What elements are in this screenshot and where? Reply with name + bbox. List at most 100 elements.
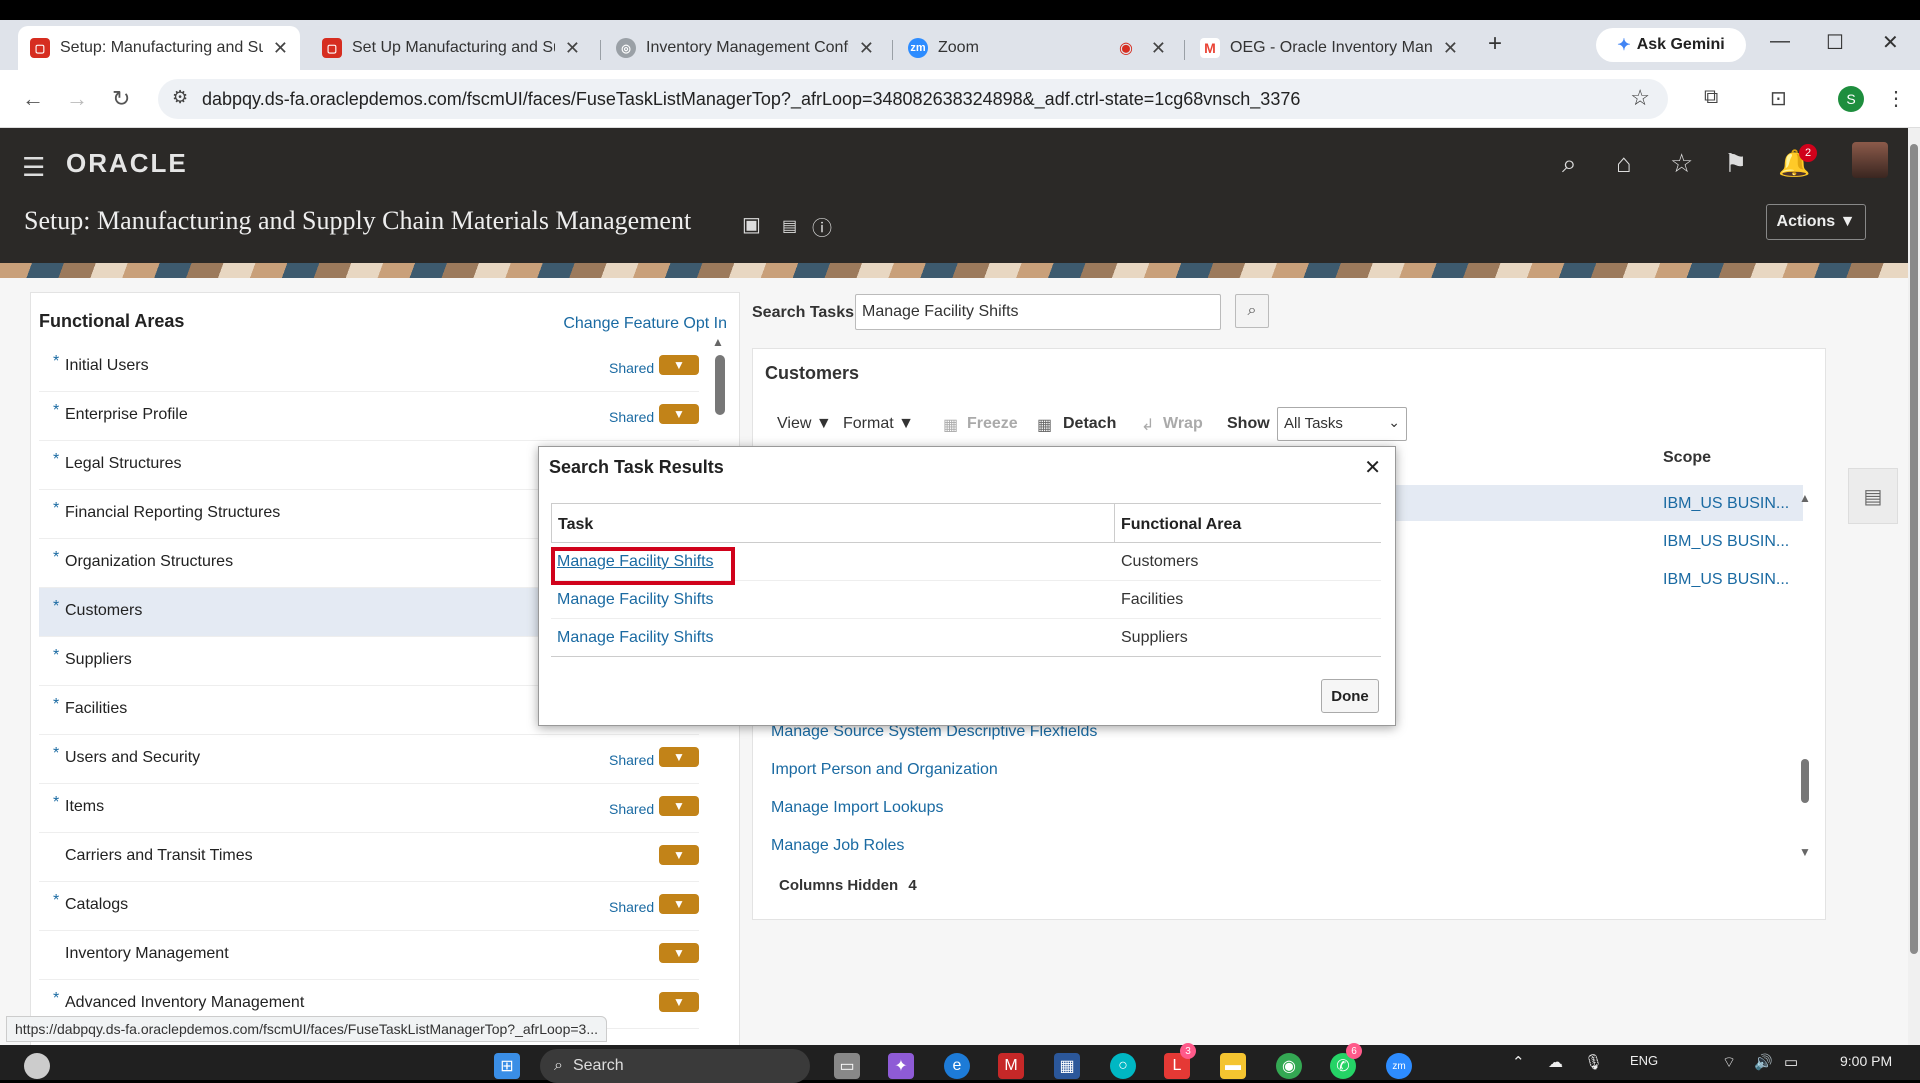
new-tab-button[interactable]: + [1488, 30, 1502, 58]
functional-area-item[interactable]: * Catalogs Shared ▼ [39, 882, 699, 931]
task-link[interactable]: Import Person and Organization [771, 761, 998, 779]
reading-mode-icon[interactable]: ⊡ [1770, 86, 1787, 111]
actions-button[interactable]: Actions ▼ [1766, 204, 1866, 240]
close-icon[interactable]: ✕ [1443, 38, 1458, 59]
functional-area-item[interactable]: * Users and Security Shared ▼ [39, 735, 699, 784]
clock[interactable]: 9:00 PM [1840, 1053, 1892, 1069]
zoom-icon[interactable]: zm [1386, 1053, 1412, 1079]
onedrive-icon[interactable]: ☁ [1548, 1053, 1563, 1071]
show-filter-select[interactable]: All Tasks ⌄ [1277, 407, 1407, 441]
table-row[interactable]: Manage Facility Shifts Facilities [551, 581, 1381, 619]
windows-start-icon[interactable]: ⊞ [494, 1053, 520, 1079]
chevron-down-icon[interactable]: ▼ [659, 404, 699, 424]
scroll-up-arrow-icon[interactable]: ▲ [712, 335, 724, 349]
user-avatar[interactable] [1852, 142, 1888, 178]
chevron-down-icon[interactable]: ▼ [659, 943, 699, 963]
wifi-icon[interactable]: ⌔ [1722, 1053, 1736, 1072]
view-menu[interactable]: View ▼ [777, 415, 832, 433]
chevron-down-icon[interactable]: ▼ [659, 747, 699, 767]
detach-button[interactable]: Detach [1063, 415, 1116, 433]
omnibox[interactable]: ⚙ dabpqy.ds-fa.oraclepdemos.com/fscmUI/f… [158, 79, 1668, 119]
chevron-up-icon[interactable]: ⌃ [1512, 1053, 1525, 1071]
chevron-down-icon[interactable]: ▼ [659, 894, 699, 914]
close-icon[interactable]: ✕ [273, 38, 288, 59]
scope-column-header[interactable]: Scope [1663, 449, 1711, 467]
browser-tab-2[interactable]: ▢ Set Up Manufacturing and Sup ✕ [310, 26, 592, 70]
format-menu[interactable]: Format ▼ [843, 415, 914, 433]
task-view-icon[interactable]: ▭ [834, 1053, 860, 1079]
battery-icon[interactable]: ▭ [1784, 1053, 1798, 1071]
close-icon[interactable]: ✕ [859, 38, 874, 59]
page-scrollbar[interactable] [1908, 128, 1920, 1045]
store-icon[interactable]: ▦ [1054, 1053, 1080, 1079]
browser-tab-1[interactable]: ▢ Setup: Manufacturing and Sup ✕ [18, 26, 300, 70]
edge-icon[interactable]: e [944, 1053, 970, 1079]
help-icon[interactable]: ⓘ [812, 212, 832, 241]
profile-avatar[interactable]: S [1838, 86, 1864, 112]
scope-value[interactable]: IBM_US BUSIN... [1663, 571, 1789, 589]
functional-area-item[interactable]: * Items Shared ▼ [39, 784, 699, 833]
copilot-icon[interactable]: ✦ [888, 1053, 914, 1079]
mail-icon[interactable]: M [998, 1053, 1024, 1079]
back-icon[interactable]: ← [22, 86, 44, 112]
language-indicator[interactable]: ENG [1630, 1053, 1658, 1068]
scroll-up-arrow-icon[interactable]: ▲ [1799, 491, 1811, 505]
chevron-down-icon[interactable]: ▼ [659, 845, 699, 865]
flag-icon[interactable]: ⚑ [1724, 148, 1747, 179]
volume-icon[interactable]: 🔊 [1754, 1053, 1773, 1071]
browser-tab-4[interactable]: zm Zoom ◉ ✕ [896, 26, 1178, 70]
search-icon[interactable]: ⌕ [1562, 148, 1577, 180]
freeze-button[interactable]: Freeze [967, 415, 1018, 433]
taskbar-search[interactable]: ⌕ Search [540, 1049, 810, 1083]
functional-area-item[interactable]: Inventory Management ▼ [39, 931, 699, 980]
left-panel-scrollbar[interactable] [715, 355, 725, 415]
search-tasks-input[interactable]: Manage Facility Shifts [855, 294, 1221, 330]
home-icon[interactable]: ⌂ [1616, 148, 1632, 179]
side-panel-toggle-icon[interactable]: ▤ [1848, 468, 1898, 524]
task-link[interactable]: Manage Job Roles [771, 837, 904, 855]
browser-menu-icon[interactable]: ⋮ [1886, 86, 1906, 111]
task-column-header[interactable]: Task [551, 503, 1115, 543]
change-feature-opt-in-link[interactable]: Change Feature Opt In [563, 315, 727, 333]
chevron-down-icon[interactable]: ▼ [659, 992, 699, 1012]
chevron-down-icon[interactable]: ▼ [659, 796, 699, 816]
file-explorer-icon[interactable]: ▬ [1220, 1053, 1246, 1079]
scope-value[interactable]: IBM_US BUSIN... [1663, 533, 1789, 551]
oracle-logo[interactable]: ORACLE [66, 148, 188, 179]
reload-icon[interactable]: ↻ [112, 86, 130, 112]
url-text[interactable]: dabpqy.ds-fa.oraclepdemos.com/fscmUI/fac… [202, 89, 1300, 110]
favorite-task-icon[interactable]: ▣ [742, 212, 761, 237]
site-info-icon[interactable]: ⚙ [172, 87, 188, 108]
bookmark-star-icon[interactable]: ☆ [1630, 85, 1650, 111]
task-link[interactable]: Manage Facility Shifts [557, 629, 714, 647]
extensions-icon[interactable]: ⧉ [1704, 86, 1718, 109]
functional-area-item[interactable]: * Enterprise Profile Shared ▼ [39, 392, 699, 441]
mic-icon[interactable]: 🎙 [1584, 1053, 1603, 1071]
scroll-down-arrow-icon[interactable]: ▼ [1799, 845, 1811, 859]
browser-tab-3[interactable]: ◎ Inventory Management Config ✕ [604, 26, 886, 70]
table-scrollbar[interactable] [1801, 759, 1809, 803]
window-close-icon[interactable]: ✕ [1882, 30, 1899, 55]
cortana-icon[interactable]: ○ [1110, 1053, 1136, 1079]
wrap-button[interactable]: Wrap [1163, 415, 1203, 433]
minimize-icon[interactable]: — [1770, 30, 1790, 53]
close-icon[interactable]: ✕ [565, 38, 580, 59]
task-link[interactable]: Manage Import Lookups [771, 799, 944, 817]
browser-tab-5[interactable]: M OEG - Oracle Inventory Manag ✕ [1188, 26, 1470, 70]
search-tasks-button[interactable]: ⌕ [1235, 294, 1269, 328]
task-link[interactable]: Manage Facility Shifts [557, 591, 714, 609]
close-icon[interactable]: ✕ [1364, 455, 1381, 480]
chevron-down-icon[interactable]: ▼ [659, 355, 699, 375]
scope-value[interactable]: IBM_US BUSIN... [1663, 495, 1789, 513]
ask-gemini-button[interactable]: ✦ Ask Gemini [1596, 28, 1746, 62]
functional-area-item[interactable]: Carriers and Transit Times ▼ [39, 833, 699, 882]
close-icon[interactable]: ✕ [1151, 38, 1166, 59]
chrome-icon[interactable]: ◉ [1276, 1053, 1302, 1079]
hamburger-menu-icon[interactable]: ☰ [22, 152, 45, 183]
functional-area-item[interactable]: * Initial Users Shared ▼ [39, 343, 699, 392]
forward-icon[interactable]: → [66, 86, 88, 112]
functional-area-column-header[interactable]: Functional Area [1115, 503, 1381, 543]
maximize-icon[interactable]: ☐ [1826, 30, 1844, 55]
favorites-star-icon[interactable]: ☆ [1670, 148, 1693, 179]
comments-icon[interactable]: ▤ [782, 216, 797, 236]
